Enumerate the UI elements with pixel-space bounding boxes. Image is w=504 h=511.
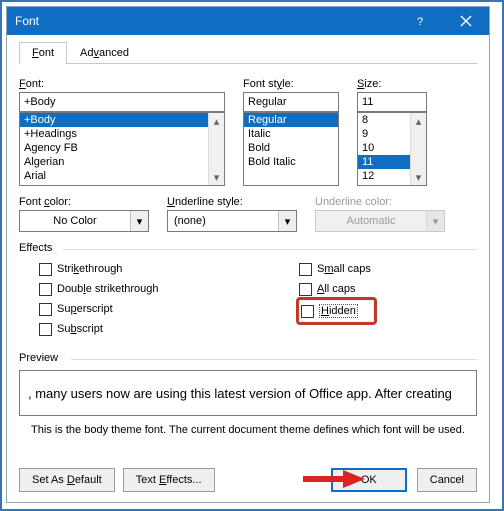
checkbox-icon bbox=[39, 303, 52, 316]
style-item-bolditalic[interactable]: Bold Italic bbox=[244, 155, 338, 169]
dialog-title: Font bbox=[15, 14, 397, 28]
font-label: Font: bbox=[19, 78, 225, 90]
svg-text:?: ? bbox=[417, 16, 423, 28]
font-dialog: Font ? Font Advanced Font: +Body +Headin… bbox=[6, 6, 490, 503]
cancel-button[interactable]: Cancel bbox=[417, 468, 477, 492]
font-item-body[interactable]: +Body bbox=[20, 113, 224, 127]
font-listbox[interactable]: +Body +Headings Agency FB Algerian Arial… bbox=[19, 112, 225, 186]
font-item-arial[interactable]: Arial bbox=[20, 169, 224, 183]
size-input[interactable] bbox=[357, 92, 427, 112]
size-scrollbar[interactable]: ▴ ▾ bbox=[410, 113, 426, 185]
font-item-agency[interactable]: Agency FB bbox=[20, 141, 224, 155]
hidden-highlight: Hidden bbox=[296, 297, 377, 325]
preview-header: Preview bbox=[19, 352, 477, 364]
underline-style-label: Underline style: bbox=[167, 196, 297, 208]
underline-color-combo: Automatic ▾ bbox=[315, 210, 445, 232]
checkbox-icon bbox=[39, 323, 52, 336]
chevron-down-icon: ▾ bbox=[278, 211, 296, 231]
chevron-down-icon: ▾ bbox=[426, 211, 444, 231]
tab-font[interactable]: Font bbox=[19, 42, 67, 64]
style-item-italic[interactable]: Italic bbox=[244, 127, 338, 141]
underline-color-label: Underline color: bbox=[315, 196, 445, 208]
font-scrollbar[interactable]: ▴ ▾ bbox=[208, 113, 224, 185]
checkbox-icon bbox=[39, 263, 52, 276]
checkbox-all-caps[interactable]: All caps bbox=[299, 280, 371, 298]
style-listbox[interactable]: Regular Italic Bold Bold Italic bbox=[243, 112, 339, 186]
checkbox-hidden[interactable]: Hidden bbox=[301, 302, 368, 320]
style-input[interactable] bbox=[243, 92, 339, 112]
checkbox-icon bbox=[301, 305, 314, 318]
font-color-label: Font color: bbox=[19, 196, 149, 208]
effects-header: Effects bbox=[19, 242, 477, 254]
checkbox-small-caps[interactable]: Small caps bbox=[299, 260, 371, 278]
scroll-up-icon[interactable]: ▴ bbox=[411, 113, 426, 129]
font-item-algerian[interactable]: Algerian bbox=[20, 155, 224, 169]
set-default-button[interactable]: Set As Default bbox=[19, 468, 115, 492]
close-button[interactable] bbox=[443, 7, 489, 35]
font-color-combo[interactable]: No Color ▾ bbox=[19, 210, 149, 232]
style-item-bold[interactable]: Bold bbox=[244, 141, 338, 155]
preview-note: This is the body theme font. The current… bbox=[19, 424, 477, 436]
checkbox-superscript[interactable]: Superscript bbox=[39, 300, 279, 318]
checkbox-icon bbox=[299, 263, 312, 276]
tab-advanced[interactable]: Advanced bbox=[67, 42, 142, 64]
tab-strip: Font Advanced bbox=[19, 41, 477, 64]
font-item-headings[interactable]: +Headings bbox=[20, 127, 224, 141]
checkbox-icon bbox=[39, 283, 52, 296]
scroll-down-icon[interactable]: ▾ bbox=[411, 169, 426, 185]
chevron-down-icon: ▾ bbox=[130, 211, 148, 231]
text-effects-button[interactable]: Text Effects... bbox=[123, 468, 215, 492]
size-listbox[interactable]: 8 9 10 11 12 ▴ ▾ bbox=[357, 112, 427, 186]
style-label: Font style: bbox=[243, 78, 339, 90]
checkbox-icon bbox=[299, 283, 312, 296]
size-label: Size: bbox=[357, 78, 427, 90]
checkbox-strikethrough[interactable]: Strikethrough bbox=[39, 260, 279, 278]
preview-box: , many users now are using this latest v… bbox=[19, 370, 477, 416]
scroll-down-icon[interactable]: ▾ bbox=[209, 169, 224, 185]
underline-style-combo[interactable]: (none) ▾ bbox=[167, 210, 297, 232]
style-item-regular[interactable]: Regular bbox=[244, 113, 338, 127]
annotation-arrow-icon bbox=[303, 470, 365, 488]
titlebar: Font ? bbox=[7, 7, 489, 35]
help-button[interactable]: ? bbox=[397, 7, 443, 35]
checkbox-double-strikethrough[interactable]: Double strikethrough bbox=[39, 280, 279, 298]
scroll-up-icon[interactable]: ▴ bbox=[209, 113, 224, 129]
font-input[interactable] bbox=[19, 92, 225, 112]
checkbox-subscript[interactable]: Subscript bbox=[39, 320, 279, 338]
